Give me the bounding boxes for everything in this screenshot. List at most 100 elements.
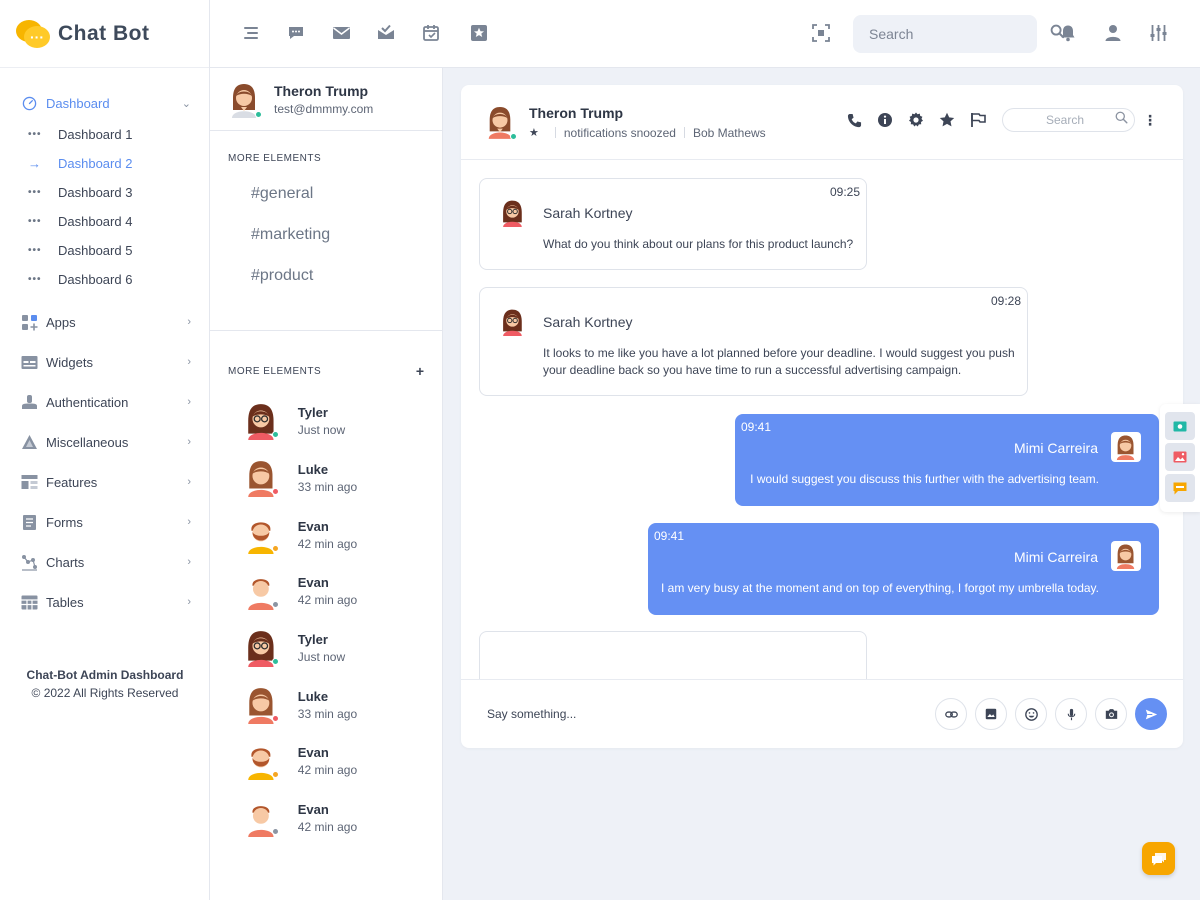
profile-name: Theron Trump [274,83,369,99]
my-profile[interactable]: Theron Trump test@dmmmy.com [210,68,442,131]
top-search-input[interactable] [869,26,1050,42]
user-icon[interactable] [1104,24,1124,44]
menu-toggle-icon[interactable] [242,24,262,44]
chat-launcher-icon [1151,852,1166,865]
contact-list-item[interactable]: Tyler Just now [210,393,442,450]
contact-last-seen: Just now [297,650,346,665]
divider [683,127,685,138]
message-time: 09:41 [654,529,685,543]
image-icon[interactable] [975,698,1007,730]
contact-name: Evan [297,802,329,818]
flag-icon[interactable] [969,111,987,129]
authentication-icon [20,393,38,411]
mail-icon[interactable] [332,24,352,44]
contact-list-item[interactable]: Evan 42 min ago [210,790,442,847]
inbox-check-icon[interactable] [377,24,397,44]
sidebar-item-authentication[interactable]: Authentication › [0,382,209,422]
channel-item[interactable]: #product [251,255,442,296]
sender-avatar [1111,541,1141,571]
chat-bubble-icon[interactable] [1165,474,1195,502]
contact-list-item[interactable]: Luke 33 min ago [210,450,442,507]
contact-list-item[interactable]: Evan 42 min ago [210,506,442,563]
send-icon[interactable] [1135,698,1167,730]
sidebar-item-miscellaneous[interactable]: Miscellaneous › [0,422,209,462]
sidebar-subitem-dashboard-1[interactable]: ••• Dashboard 1 [0,120,209,149]
info-icon[interactable] [876,111,894,129]
contact-last-seen: 42 min ago [297,536,358,551]
contact-name: Luke [297,688,329,704]
channel-item[interactable]: #general [251,173,442,214]
chat-search-box[interactable] [1002,108,1135,132]
message-input[interactable] [487,707,907,721]
bell-icon[interactable] [1059,24,1079,44]
gear-icon[interactable] [907,111,925,129]
contact-name: Evan [297,745,329,761]
apps-icon [20,313,38,331]
sidebar-item-charts[interactable]: Charts › [0,542,209,582]
sidebar-subitem-dashboard-5[interactable]: ••• Dashboard 5 [0,236,209,265]
avatar [244,516,279,554]
message-text: I am very busy at the moment and on top … [661,581,1099,595]
sidebar-item-forms[interactable]: Forms › [0,502,209,542]
money-icon[interactable] [1165,412,1195,440]
contact-list-item[interactable]: Luke 33 min ago [210,676,442,733]
microphone-icon[interactable] [1055,698,1087,730]
chat-assignee[interactable]: Bob Mathews [693,126,766,140]
sidebar-item-dashboard[interactable]: Dashboard ⌄ [0,90,209,116]
favorite-star-icon[interactable] [938,111,956,129]
brand[interactable]: ··· Chat Bot [0,0,209,68]
contact-list-item[interactable]: Tyler Just now [210,620,442,677]
search-icon[interactable] [1115,111,1128,129]
online-status-dot [271,658,279,666]
message-text: I would suggest you discuss this further… [750,472,1099,486]
incoming-message: 09:25 Sarah Kortney What do you think ab… [479,178,867,270]
sidebar-item-label: Dashboard [46,95,110,111]
message-sender: Mimi Carreira [1014,440,1098,456]
channel-item[interactable]: #marketing [251,214,442,255]
chevron-right-icon: › [187,596,191,608]
gallery-icon[interactable] [1165,443,1195,471]
attach-link-icon[interactable] [935,698,967,730]
sidebar-subitem-dashboard-4[interactable]: ••• Dashboard 4 [0,207,209,236]
sidebar-item-tables[interactable]: Tables › [0,582,209,622]
sidebar-item-label: Charts [46,554,85,570]
more-vertical-icon[interactable]: ⋮ [1143,112,1157,129]
contact-name: Evan [297,575,329,591]
dashboard-gauge-icon [20,94,38,112]
sidebar-subitem-dashboard-2[interactable]: → Dashboard 2 [0,149,209,178]
sidebar-item-apps[interactable]: Apps › [0,302,209,342]
chevron-right-icon: › [187,556,191,568]
camera-icon[interactable] [1095,698,1127,730]
settings-sliders-icon[interactable] [1149,24,1169,44]
message-sender: Sarah Kortney [543,314,633,330]
chevron-right-icon: › [187,356,191,368]
arrow-right-icon: → [28,156,41,171]
star-icon[interactable]: ★ [529,126,539,139]
phone-icon[interactable] [845,111,863,129]
tables-icon [20,593,38,611]
fullscreen-icon[interactable] [812,24,832,44]
sender-avatar [500,308,525,336]
star-box-icon[interactable] [470,24,490,44]
top-search-box[interactable] [853,15,1065,53]
emoji-icon[interactable] [1015,698,1047,730]
busy-status-dot [271,714,279,722]
message-list: 09:25 Sarah Kortney What do you think ab… [461,161,1183,679]
sidebar-subitem-dashboard-3[interactable]: ••• Dashboard 3 [0,178,209,207]
sidebar-item-features[interactable]: Features › [0,462,209,502]
chevron-right-icon: › [187,316,191,328]
contact-list-item[interactable]: Evan 42 min ago [210,733,442,790]
chat-status-text: notifications snoozed [563,125,676,140]
busy-status-dot [271,488,279,496]
composer-buttons [927,698,1167,730]
calendar-icon[interactable] [422,24,442,44]
chat-search-input[interactable] [1015,113,1115,127]
add-contact-icon[interactable]: + [416,363,424,379]
contact-list-item[interactable]: Evan 42 min ago [210,563,442,620]
sidebar-item-widgets[interactable]: Widgets › [0,342,209,382]
profile-email: test@dmmmy.com [274,102,374,116]
chat-launcher-button[interactable] [1142,842,1175,875]
sidebar-subitem-dashboard-6[interactable]: ••• Dashboard 6 [0,265,209,294]
chat-window: Theron Trump ★ notifications snoozed Bob… [461,85,1183,748]
chat-icon[interactable] [287,24,307,44]
